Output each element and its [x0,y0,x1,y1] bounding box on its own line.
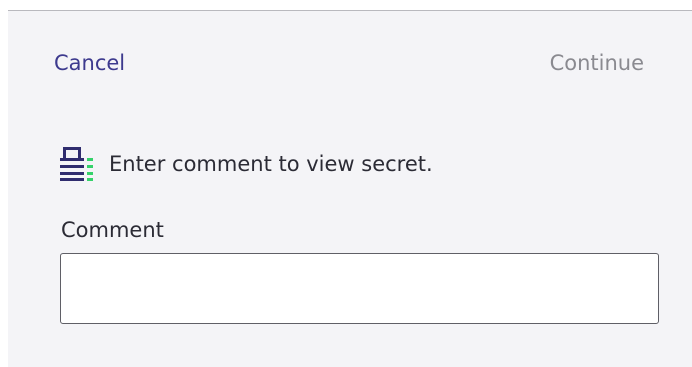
secret-lock-icon [60,147,100,181]
comment-input[interactable] [60,253,659,324]
comment-label: Comment [61,218,164,242]
cancel-button[interactable]: Cancel [54,49,125,77]
dialog-header: Cancel Continue [8,11,692,111]
secret-prompt-text: Enter comment to view secret. [109,152,433,176]
secret-comment-dialog: Cancel Continue Enter comment to view se… [8,10,692,367]
continue-button[interactable]: Continue [550,49,644,77]
secret-prompt: Enter comment to view secret. [60,146,433,182]
